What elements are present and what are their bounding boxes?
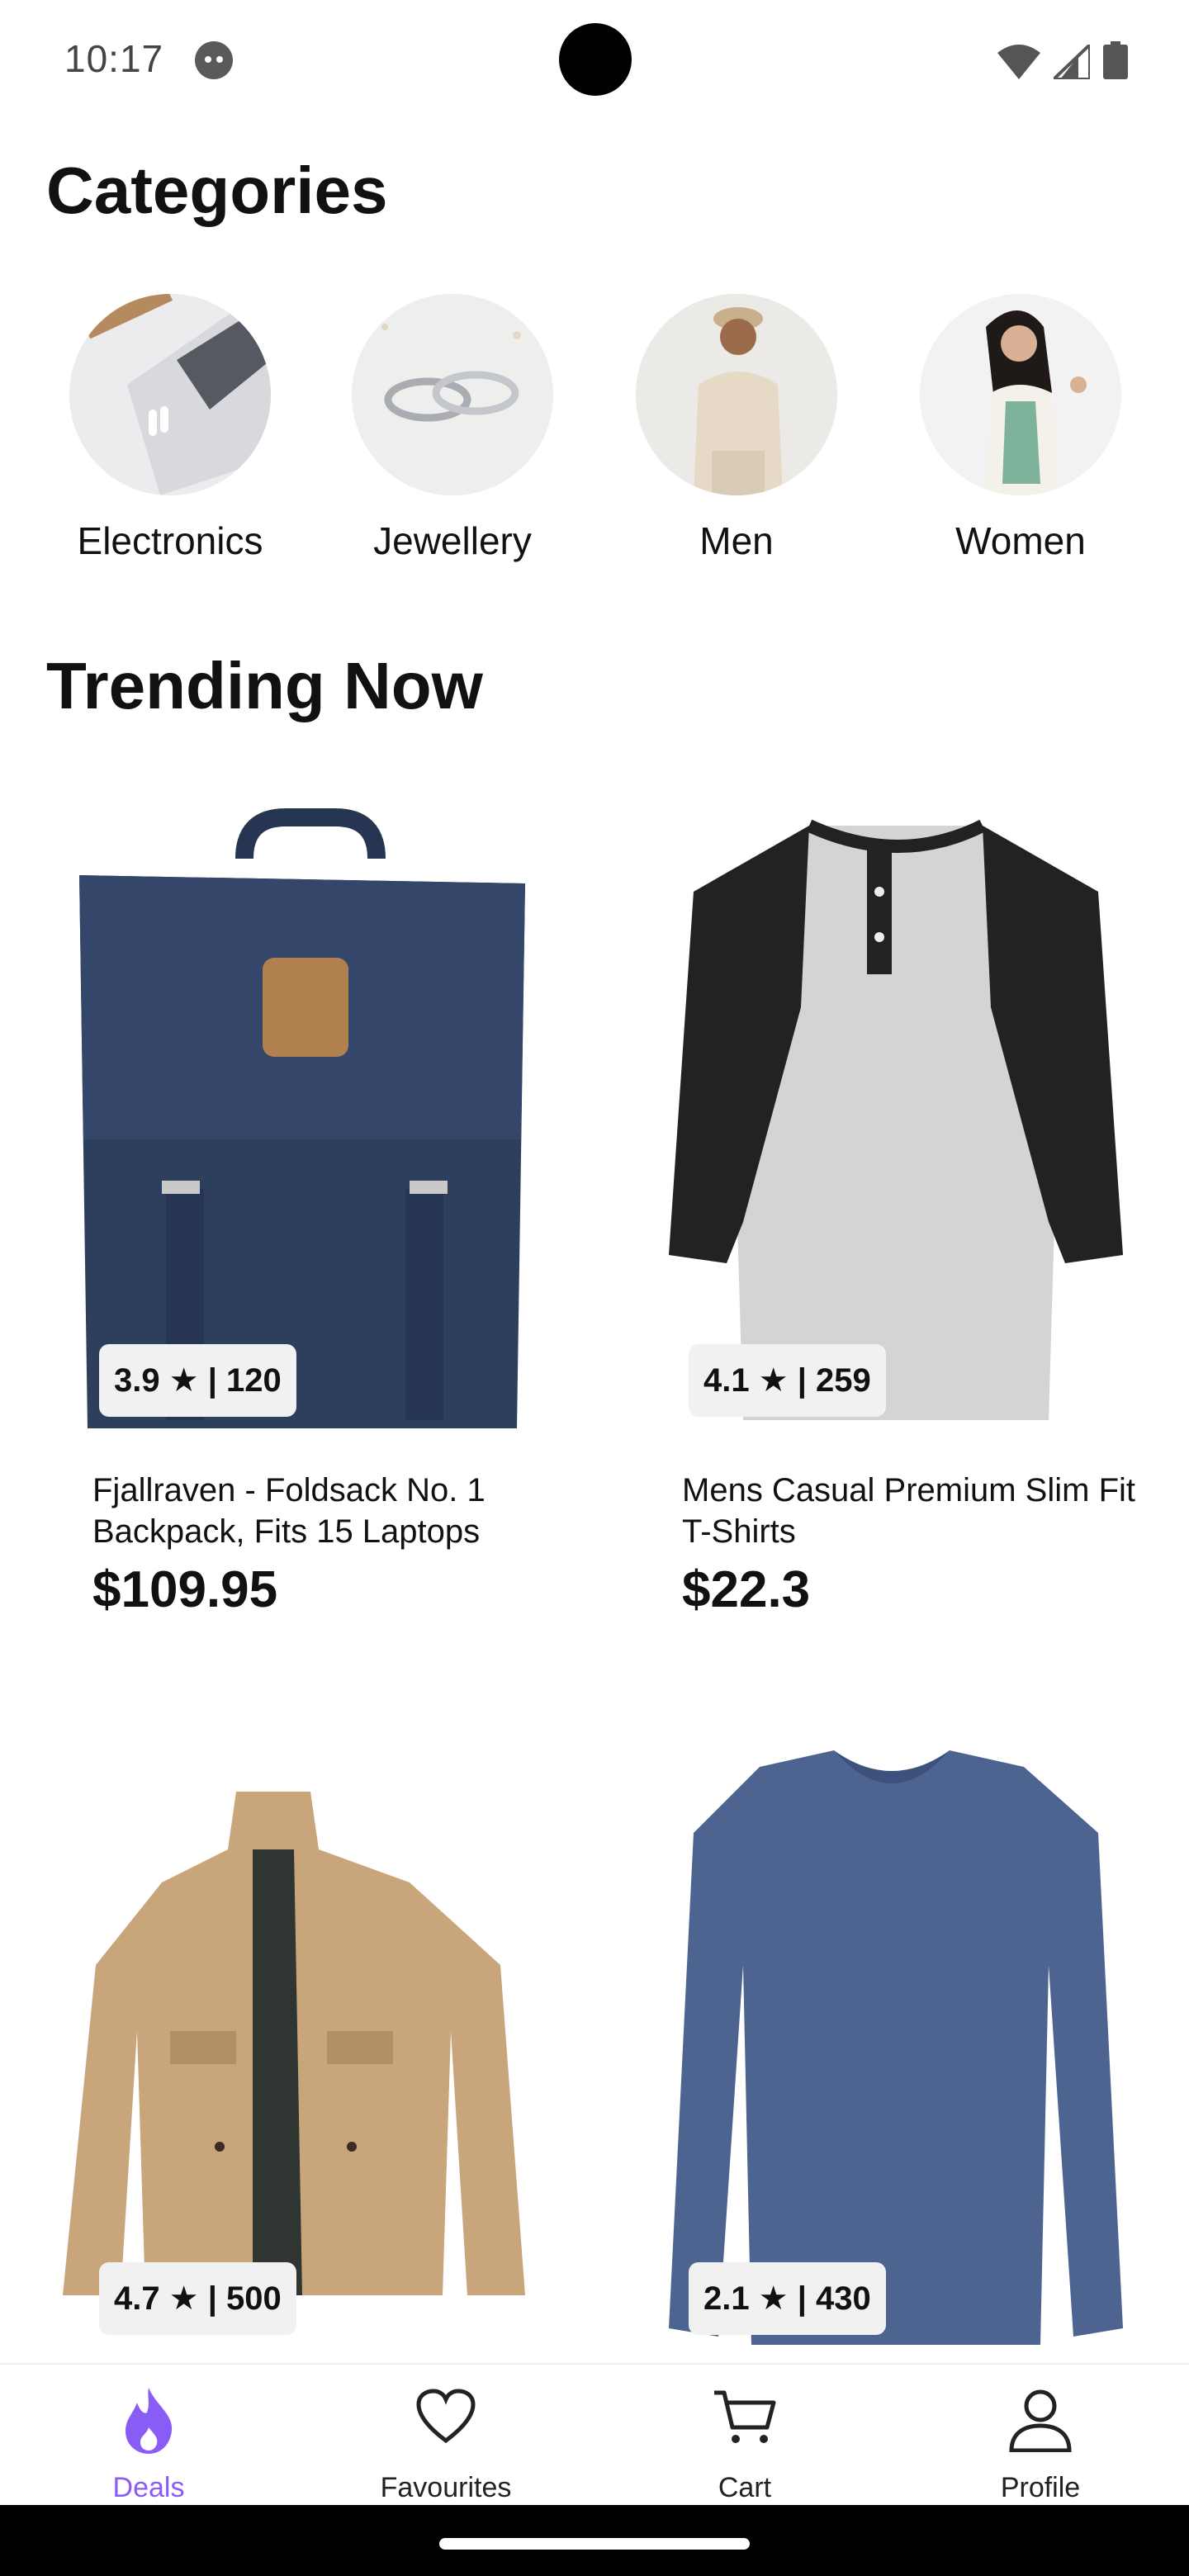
rating-badge: 4.1 ★ | 259 (689, 1344, 886, 1417)
wifi-icon (997, 45, 1040, 79)
category-women[interactable]: Women (897, 294, 1144, 563)
nav-deals[interactable]: Deals (50, 2365, 248, 2507)
product-price: $109.95 (92, 1561, 278, 1618)
category-men[interactable]: Men (613, 294, 860, 563)
nav-favourites[interactable]: Favourites (347, 2365, 545, 2507)
rating-badge: 2.1 ★ | 430 (689, 2262, 886, 2335)
home-gesture-handle[interactable] (439, 2538, 750, 2550)
status-icons (997, 40, 1128, 79)
battery-icon (1103, 41, 1128, 79)
cart-icon (714, 2390, 776, 2443)
cell-signal-icon (1054, 45, 1090, 79)
nav-label: Cart (718, 2472, 772, 2503)
category-label: Jewellery (373, 519, 532, 562)
rating-badge: 3.9 ★ | 120 (99, 1344, 296, 1417)
men-image (636, 294, 837, 495)
rating-badge: 4.7 ★ | 500 (99, 2262, 296, 2335)
nav-label: Profile (1000, 2472, 1081, 2503)
categories-heading: Categories (46, 154, 388, 227)
categories-list: Electronics Jewellery Men Women (46, 294, 1144, 575)
user-icon (1009, 2389, 1072, 2452)
system-gesture-area (0, 2505, 1189, 2576)
product-name: Mens Casual Premium Slim Fit T-Shirts (682, 1472, 1136, 1550)
nav-label: Deals (112, 2472, 185, 2503)
camera-cutout (559, 23, 632, 96)
bottom-navigation: Deals Favourites Cart Profile (0, 2363, 1189, 2507)
electronics-image (69, 294, 271, 495)
product-image (669, 819, 1123, 1420)
category-label: Electronics (77, 519, 263, 562)
category-label: Women (955, 519, 1086, 562)
category-label: Men (699, 519, 774, 562)
status-time: 10:17 (64, 37, 164, 80)
nav-cart[interactable]: Cart (646, 2365, 844, 2507)
status-bar: 10:17 (0, 0, 1189, 116)
category-electronics[interactable]: Electronics (46, 294, 294, 563)
women-image (920, 294, 1121, 495)
heart-icon (416, 2389, 476, 2444)
trending-heading: Trending Now (46, 649, 483, 722)
jewellery-image (352, 294, 553, 495)
app-notification-icon (195, 41, 233, 79)
product-image (79, 808, 525, 1428)
nav-profile[interactable]: Profile (941, 2365, 1139, 2507)
product-name: Fjallraven - Foldsack No. 1 Backpack, Fi… (92, 1472, 486, 1550)
category-jewellery[interactable]: Jewellery (329, 294, 576, 563)
nav-label: Favourites (380, 2472, 512, 2503)
flame-icon (126, 2388, 173, 2454)
product-price: $22.3 (682, 1561, 811, 1618)
